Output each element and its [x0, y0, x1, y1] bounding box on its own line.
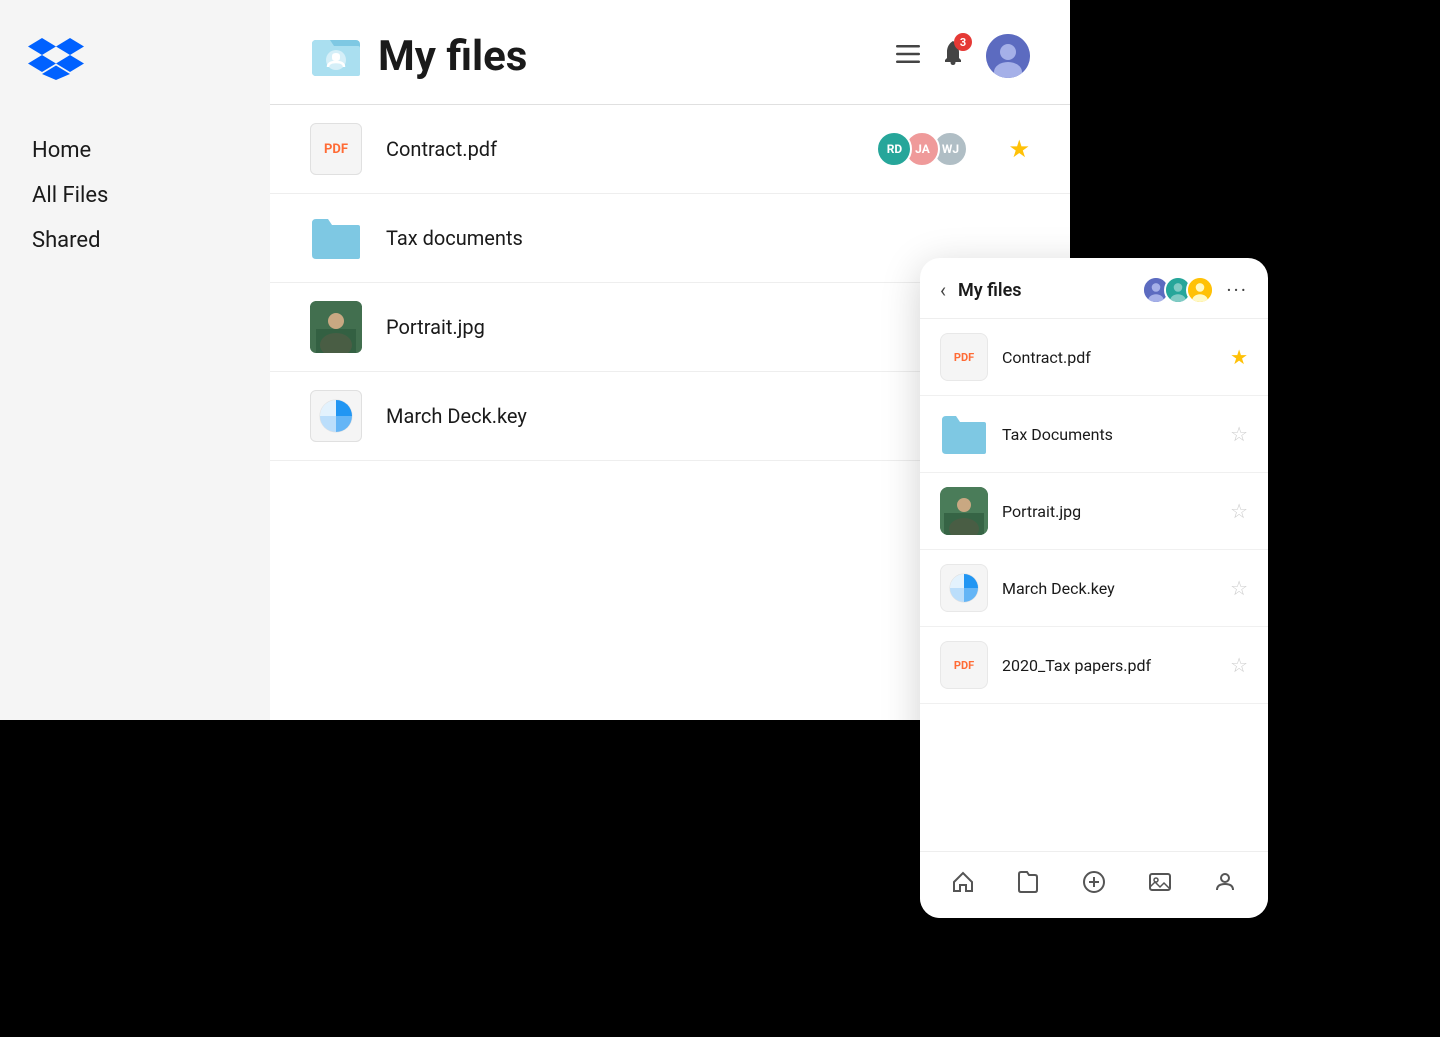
mobile-thumb-tax-papers: PDF [940, 641, 988, 689]
mobile-pdf-label-2: PDF [954, 659, 974, 672]
mobile-thumb-tax [940, 410, 988, 458]
mobile-star-tax[interactable]: ☆ [1230, 422, 1248, 446]
notification-count: 3 [954, 33, 972, 51]
sidebar-item-all-files[interactable]: All Files [28, 177, 242, 214]
mobile-file-item-tax[interactable]: Tax Documents ☆ [920, 396, 1268, 473]
main-header: My files 3 [270, 0, 1070, 105]
mobile-nav-account[interactable] [1201, 866, 1249, 904]
mobile-avatar-3 [1186, 276, 1214, 304]
sidebar-item-home[interactable]: Home [28, 132, 242, 169]
mobile-more-button[interactable]: ··· [1226, 278, 1248, 302]
mobile-file-name-tax: Tax Documents [1002, 425, 1230, 444]
sidebar: Home All Files Shared [0, 0, 270, 720]
menu-icon[interactable] [896, 44, 920, 69]
sidebar-nav: Home All Files Shared [28, 132, 242, 259]
mobile-back-button[interactable]: ‹ [940, 278, 946, 302]
file-name-contract: Contract.pdf [386, 137, 876, 161]
mobile-panel: ‹ My files [920, 258, 1268, 918]
mobile-header: ‹ My files [920, 258, 1268, 319]
star-icon-contract[interactable]: ★ [1008, 135, 1030, 163]
folder-icon [310, 28, 362, 84]
sidebar-item-shared[interactable]: Shared [28, 222, 242, 259]
mobile-file-item-march-deck[interactable]: March Deck.key ☆ [920, 550, 1268, 627]
page-title: My files [378, 32, 527, 81]
header-left: My files [310, 28, 527, 84]
mobile-file-item-tax-papers[interactable]: PDF 2020_Tax papers.pdf ☆ [920, 627, 1268, 704]
mobile-file-name-contract: Contract.pdf [1002, 348, 1230, 367]
mobile-nav-files[interactable] [1004, 866, 1052, 904]
mobile-panel-title: My files [958, 280, 1142, 301]
file-item-contract[interactable]: PDF Contract.pdf RD JA WJ ★ [270, 105, 1070, 194]
mobile-nav-home[interactable] [939, 866, 987, 904]
file-thumbnail-portrait [310, 301, 362, 353]
mobile-pdf-label: PDF [954, 351, 974, 364]
mobile-nav-photos[interactable] [1136, 866, 1184, 904]
mobile-thumb-contract: PDF [940, 333, 988, 381]
mobile-thumb-march-deck [940, 564, 988, 612]
mobile-thumb-portrait [940, 487, 988, 535]
mobile-nav-add[interactable] [1070, 866, 1118, 904]
header-right: 3 [896, 34, 1030, 78]
mobile-star-contract[interactable]: ★ [1230, 345, 1248, 369]
collaborator-rd: RD [876, 131, 912, 167]
mobile-star-march-deck[interactable]: ☆ [1230, 576, 1248, 600]
mobile-file-list: PDF Contract.pdf ★ Tax Documents ☆ [920, 319, 1268, 851]
mobile-file-name-portrait: Portrait.jpg [1002, 502, 1230, 521]
mobile-file-item-contract[interactable]: PDF Contract.pdf ★ [920, 319, 1268, 396]
file-thumbnail-tax [310, 212, 362, 264]
mobile-file-name-tax-papers: 2020_Tax papers.pdf [1002, 656, 1230, 675]
file-name-tax: Tax documents [386, 226, 1030, 250]
pdf-label: PDF [324, 142, 348, 157]
mobile-header-avatars [1142, 276, 1214, 304]
file-collaborators-contract: RD JA WJ [876, 131, 968, 167]
user-avatar[interactable] [986, 34, 1030, 78]
mobile-file-name-march-deck: March Deck.key [1002, 579, 1230, 598]
mobile-star-portrait[interactable]: ☆ [1230, 499, 1248, 523]
mobile-file-item-portrait[interactable]: Portrait.jpg ☆ [920, 473, 1268, 550]
file-thumbnail-march-deck [310, 390, 362, 442]
mobile-star-tax-papers[interactable]: ☆ [1230, 653, 1248, 677]
dropbox-logo [28, 32, 242, 84]
file-thumbnail-contract: PDF [310, 123, 362, 175]
notifications-button[interactable]: 3 [940, 39, 966, 73]
mobile-bottom-nav [920, 851, 1268, 918]
